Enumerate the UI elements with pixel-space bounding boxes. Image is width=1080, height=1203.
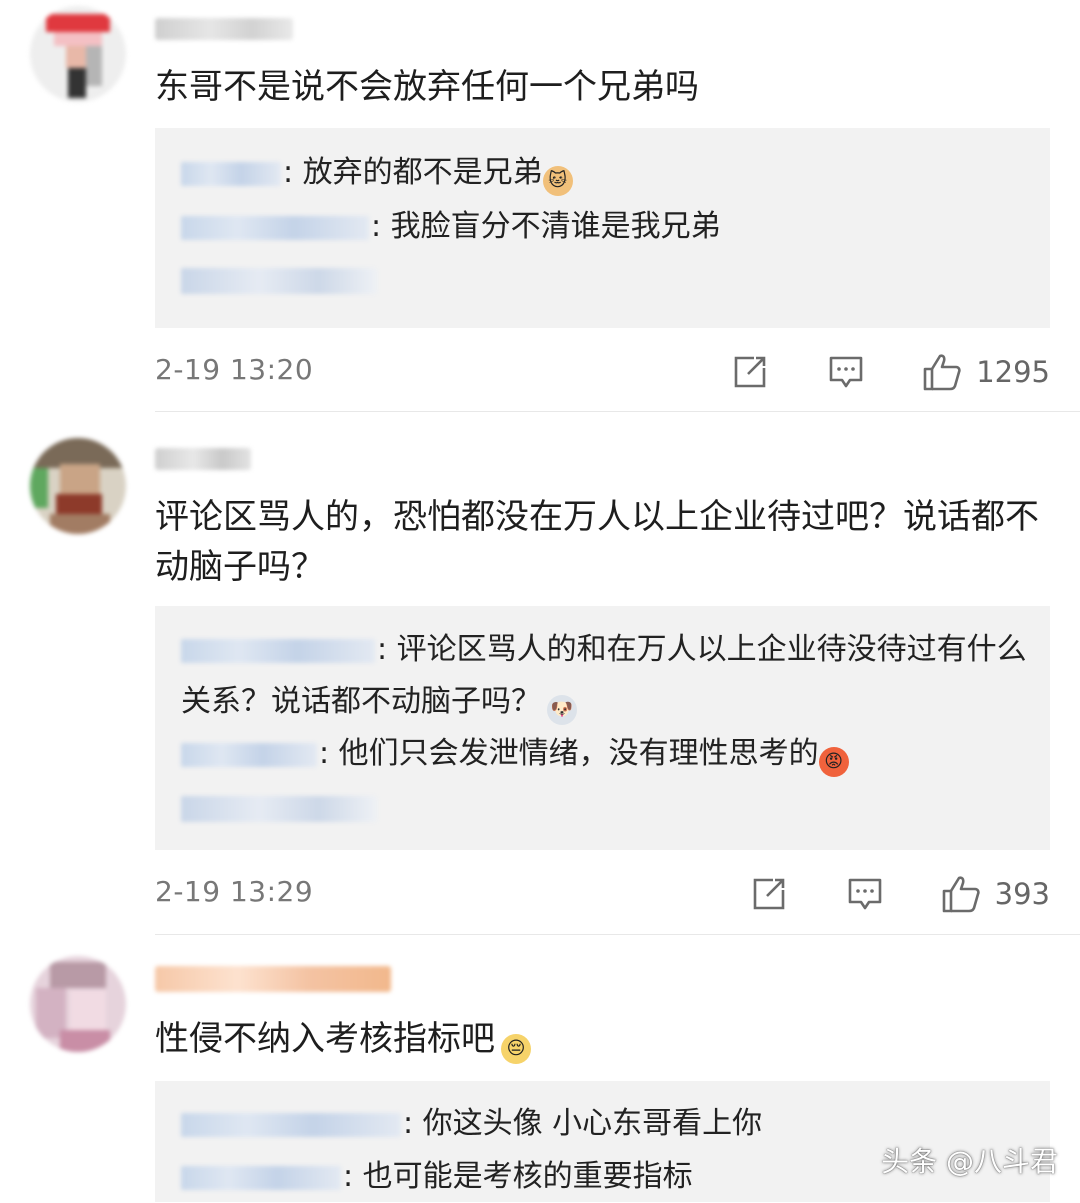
thumbs-up-icon bbox=[923, 354, 961, 391]
comment-text: 东哥不是说不会放弃任何一个兄弟吗 bbox=[155, 67, 699, 107]
reply-button[interactable] bbox=[828, 355, 864, 389]
comment-text: 评论区骂人的，恐怕都没在万人以上企业待过吧？说话都不动脑子吗？ bbox=[155, 497, 1039, 587]
avatar[interactable] bbox=[30, 438, 126, 534]
reply-username-blurred[interactable] bbox=[181, 215, 369, 240]
username-blurred[interactable] bbox=[155, 966, 391, 992]
reply-line[interactable]: : 评论区骂人的和在万人以上企业待没待过有什么关系？说话都不动脑子吗？ 🐶 bbox=[181, 624, 1031, 728]
reply-box[interactable]: : 放弃的都不是兄弟 🐱 : 我脸盲分不清谁是我兄弟 bbox=[155, 128, 1050, 328]
reply-text: : 也可能是考核的重要指标 bbox=[343, 1159, 693, 1194]
share-button[interactable] bbox=[751, 876, 787, 912]
reply-username-blurred[interactable] bbox=[181, 742, 317, 767]
reply-text: : 我脸盲分不清谁是我兄弟 bbox=[371, 209, 721, 244]
reply-text: : 你这头像 小心东哥看上你 bbox=[403, 1106, 763, 1141]
comment-icon bbox=[829, 356, 863, 388]
like-button[interactable]: 393 bbox=[941, 874, 1050, 914]
reply-line[interactable]: : 放弃的都不是兄弟 🐱 bbox=[181, 147, 1031, 199]
thumbs-up-icon bbox=[942, 876, 980, 913]
timestamp: 2-19 13:20 bbox=[155, 353, 314, 386]
reply-username-blurred[interactable] bbox=[181, 161, 281, 186]
comment-text-content: 性侵不纳入考核指标吧 bbox=[155, 1019, 495, 1059]
comment-meta: 2-19 13:29 393 bbox=[155, 869, 1050, 919]
sad-emoji-icon: 😔 bbox=[501, 1034, 531, 1064]
comment-meta: 2-19 13:20 1295 bbox=[155, 347, 1050, 397]
husky-emoji-icon: 🐶 bbox=[547, 695, 577, 725]
share-icon bbox=[753, 878, 784, 910]
comment-text: 性侵不纳入考核指标吧 😔 bbox=[155, 1014, 1045, 1064]
share-button[interactable] bbox=[732, 354, 768, 390]
divider bbox=[155, 411, 1080, 412]
reply-button[interactable] bbox=[847, 877, 883, 911]
reply-text: : 放弃的都不是兄弟 bbox=[283, 155, 543, 190]
comment-actions: 393 bbox=[751, 869, 1050, 919]
cat-emoji-icon: 🐱 bbox=[542, 166, 573, 196]
like-count: 1295 bbox=[976, 355, 1050, 389]
share-icon bbox=[734, 356, 766, 388]
view-more-replies-blurred[interactable] bbox=[181, 268, 377, 294]
avatar[interactable] bbox=[30, 956, 126, 1052]
reply-box[interactable]: : 评论区骂人的和在万人以上企业待没待过有什么关系？说话都不动脑子吗？ 🐶 : 他… bbox=[155, 606, 1050, 850]
reply-line[interactable]: : 我脸盲分不清谁是我兄弟 bbox=[181, 201, 1031, 253]
timestamp: 2-19 13:29 bbox=[155, 875, 314, 908]
username-blurred[interactable] bbox=[155, 448, 251, 470]
like-count: 393 bbox=[994, 877, 1050, 911]
divider bbox=[155, 934, 1080, 935]
view-more-replies-blurred[interactable] bbox=[181, 796, 377, 822]
reply-text: : 他们只会发泄情绪，没有理性思考的 bbox=[319, 736, 819, 771]
watermark: 头条 @八斗君 bbox=[881, 1145, 1058, 1178]
comment-icon bbox=[848, 878, 881, 910]
reply-line[interactable]: : 他们只会发泄情绪，没有理性思考的 😡 bbox=[181, 728, 1031, 780]
comment-actions: 1295 bbox=[732, 347, 1050, 397]
reply-username-blurred[interactable] bbox=[181, 1112, 401, 1137]
avatar[interactable] bbox=[30, 6, 126, 102]
like-button[interactable]: 1295 bbox=[922, 352, 1050, 392]
reply-username-blurred[interactable] bbox=[181, 638, 375, 663]
reply-username-blurred[interactable] bbox=[181, 1165, 341, 1190]
username-blurred[interactable] bbox=[155, 18, 293, 40]
angry-emoji-icon: 😡 bbox=[818, 747, 849, 777]
